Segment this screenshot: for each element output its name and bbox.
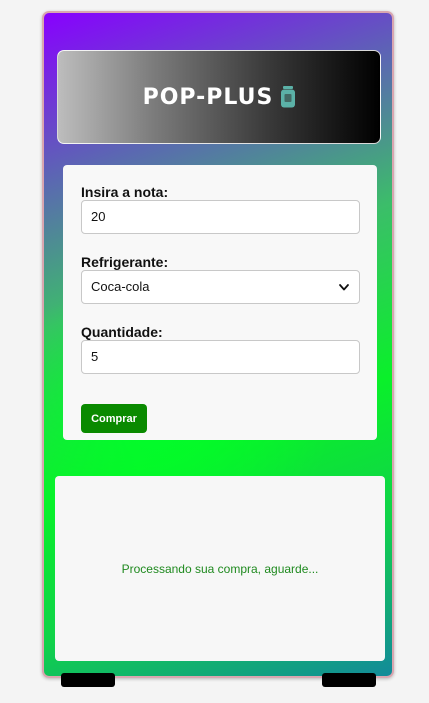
machine-foot-left <box>61 673 115 687</box>
output-panel: Processando sua compra, aguarde... <box>55 476 385 661</box>
quantity-input[interactable]: 5 <box>81 340 360 374</box>
soda-select-value: Coca-cola <box>91 279 150 294</box>
note-label: Insira a nota: <box>81 184 169 200</box>
quantity-input-value: 5 <box>91 349 99 364</box>
status-message: Processando sua compra, aguarde... <box>121 561 319 576</box>
note-input[interactable]: 20 <box>81 200 360 234</box>
soda-label: Refrigerante: <box>81 254 169 270</box>
brand-header: POP-PLUS <box>57 50 381 144</box>
vending-machine: POP-PLUS Insira a nota: 20 Refrigerante:… <box>42 11 394 678</box>
soda-can-icon <box>281 86 296 108</box>
buy-button[interactable]: Comprar <box>81 404 147 433</box>
quantity-label: Quantidade: <box>81 324 163 340</box>
chevron-down-icon <box>339 284 349 291</box>
brand-title: POP-PLUS <box>142 84 274 110</box>
note-input-value: 20 <box>91 209 106 224</box>
machine-foot-right <box>322 673 376 687</box>
soda-select[interactable]: Coca-cola <box>81 270 360 304</box>
purchase-form: Insira a nota: 20 Refrigerante: Coca-col… <box>63 165 377 440</box>
